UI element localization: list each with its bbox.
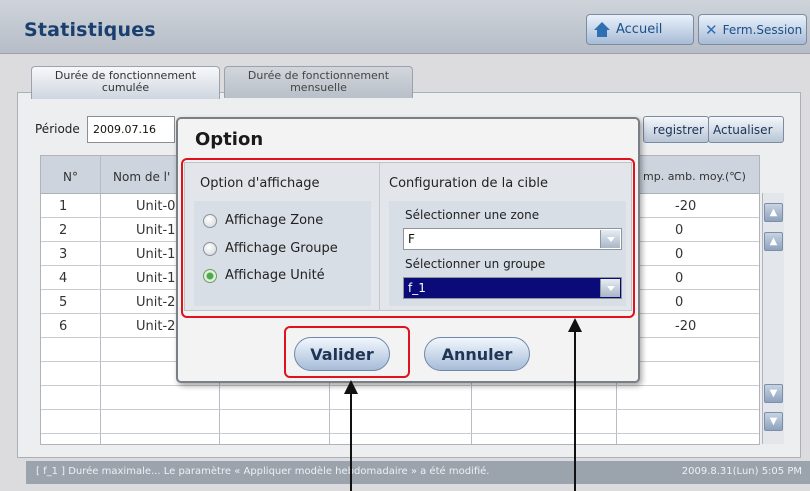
row-unit-name: Unit-1	[136, 271, 176, 286]
callout-arrow-head	[344, 380, 358, 394]
row-unit-name: Unit-1	[136, 223, 176, 238]
row-avg-temp: 0	[675, 247, 684, 262]
row-unit-name: Unit-2	[136, 319, 176, 334]
register-button[interactable]: registrer	[643, 116, 709, 143]
chevron-up-icon[interactable]: ▲	[764, 232, 783, 251]
status-datetime: 2009.8.31(Lun) 5:05 PM	[681, 466, 802, 477]
close-icon: ✕	[705, 20, 718, 39]
home-icon	[593, 21, 611, 38]
dialog-title: Option	[195, 129, 264, 150]
row-avg-temp: -20	[675, 199, 697, 214]
chevron-down-icon[interactable]: ▼	[764, 384, 783, 403]
callout-arrow-line	[350, 392, 352, 491]
title-bar: Statistiques Accueil ✕ Ferm.Session	[0, 0, 810, 54]
cancel-button[interactable]: Annuler	[424, 337, 530, 371]
callout-arrow-head	[568, 318, 582, 332]
refresh-button[interactable]: Actualiser	[708, 116, 784, 143]
logout-label: Ferm.Session	[722, 22, 803, 37]
column-header-number: N°	[63, 170, 78, 184]
row-avg-temp: 0	[675, 295, 684, 310]
status-message: [ f_1 ] Durée maximale... Le paramètre «…	[36, 466, 490, 477]
home-label: Accueil	[616, 22, 663, 37]
tab-line2: mensuelle	[290, 81, 347, 94]
home-button[interactable]: Accueil	[586, 14, 694, 45]
row-number: 1	[59, 199, 68, 214]
callout-arrow-line	[574, 330, 576, 491]
row-avg-temp: 0	[675, 223, 684, 238]
statistics-app: { "app": { "title": "Statistiques", "hom…	[0, 0, 810, 491]
double-chevron-down-icon[interactable]: ▼	[764, 412, 783, 431]
status-bar: [ f_1 ] Durée maximale... Le paramètre «…	[26, 461, 810, 484]
column-header-name: Nom de l'	[113, 170, 171, 184]
row-unit-name: Unit-0	[136, 199, 176, 214]
row-number: 3	[59, 247, 68, 262]
row-number: 5	[59, 295, 68, 310]
page-title: Statistiques	[24, 19, 156, 41]
row-number: 6	[59, 319, 68, 334]
double-chevron-up-icon[interactable]: ▲	[764, 203, 783, 222]
table-row[interactable]	[41, 386, 759, 410]
period-start-field[interactable]: 2009.07.16	[87, 116, 175, 143]
row-avg-temp: -20	[675, 319, 697, 334]
highlight-confirm-button	[284, 326, 410, 378]
row-number: 4	[59, 271, 68, 286]
tab-cumulative-runtime[interactable]: Durée de fonctionnement cumulée	[31, 66, 220, 99]
highlight-options-box	[181, 158, 635, 318]
column-header-avg-temp: mp. amb. moy.(℃)	[643, 170, 746, 183]
row-avg-temp: 0	[675, 271, 684, 286]
period-label: Période	[35, 122, 80, 136]
logout-button[interactable]: ✕ Ferm.Session	[698, 14, 807, 45]
row-unit-name: Unit-1	[136, 247, 176, 262]
tab-monthly-runtime[interactable]: Durée de fonctionnement mensuelle	[224, 66, 413, 98]
table-scrollbar[interactable]: ▲ ▲ ▼ ▼	[762, 193, 784, 444]
table-row[interactable]	[41, 410, 759, 434]
row-number: 2	[59, 223, 68, 238]
row-unit-name: Unit-2	[136, 295, 176, 310]
tab-line2: cumulée	[101, 81, 150, 94]
